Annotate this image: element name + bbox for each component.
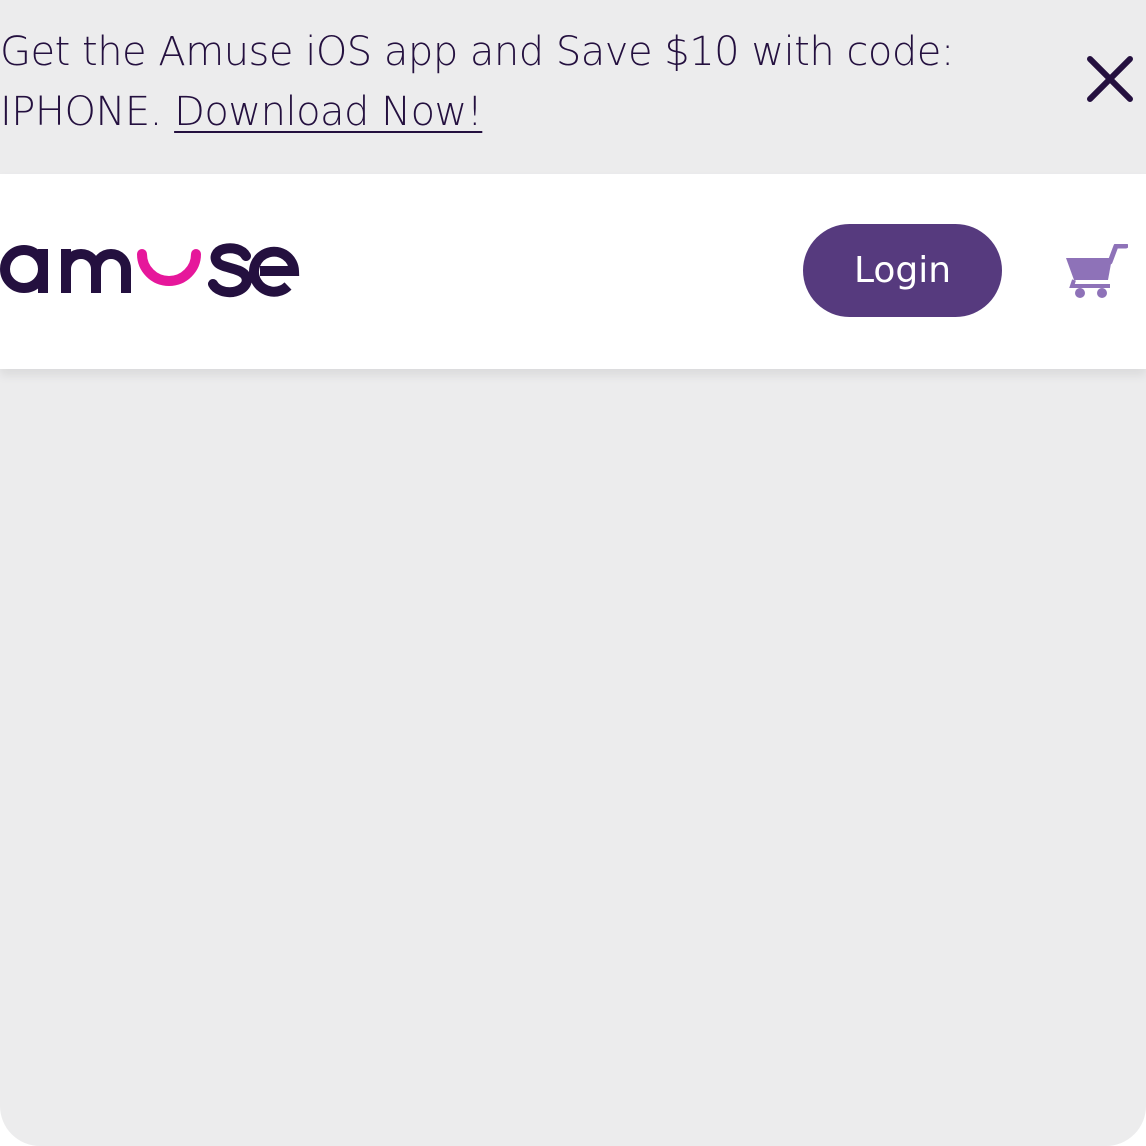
login-button[interactable]: Login [803, 224, 1002, 317]
download-now-link[interactable]: Download Now! [174, 89, 483, 135]
promo-banner: Get the Amuse iOS app and Save $10 with … [0, 0, 1146, 174]
page: Get the Amuse iOS app and Save $10 with … [0, 0, 1146, 1146]
close-icon[interactable] [1083, 52, 1137, 106]
amuse-logo[interactable] [0, 232, 300, 302]
promo-text: Get the Amuse iOS app and Save $10 with … [0, 22, 1000, 142]
cart-icon[interactable] [1064, 243, 1129, 300]
